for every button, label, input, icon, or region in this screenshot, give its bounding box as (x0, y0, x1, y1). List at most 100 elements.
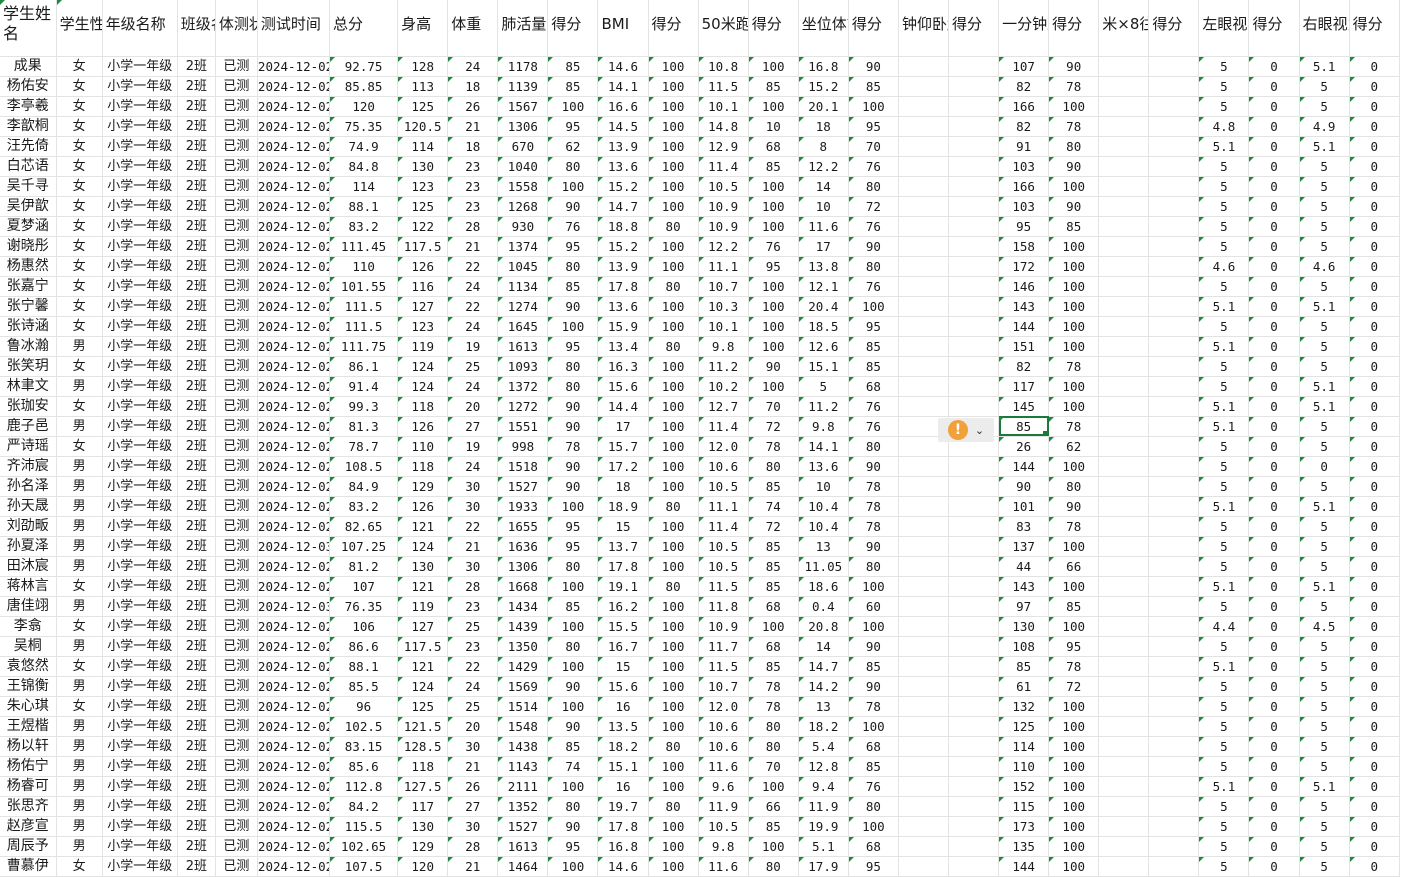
cell-test-time[interactable]: 2024-12-02 (257, 456, 331, 477)
cell-lung-capacity[interactable]: 1352 (497, 796, 549, 817)
cell-weight[interactable]: 26 (447, 96, 499, 117)
cell-sit-reach[interactable]: 12.8 (798, 756, 849, 777)
cell-right-vision-score[interactable]: 0 (1349, 736, 1401, 757)
cell-sit-reach[interactable]: 20.8 (798, 616, 849, 637)
spreadsheet-grid[interactable]: 学生姓名学生性年级名称班级名体测状测试时间总分身高体重肺活量得分BMI得分50米… (0, 0, 1401, 877)
cell-run-score[interactable]: 78 (748, 696, 799, 717)
cell-lung-score[interactable]: 100 (547, 316, 599, 337)
cell-sit-reach-score[interactable]: 85 (848, 336, 899, 357)
cell-right-vision[interactable]: 5.1 (1299, 576, 1350, 597)
cell-bmi[interactable]: 16.7 (597, 636, 649, 657)
cell-right-vision-score[interactable]: 0 (1349, 856, 1401, 877)
cell-lung-score[interactable]: 80 (547, 156, 599, 177)
cell-grade-name[interactable]: 小学一年级 (102, 396, 178, 417)
cell-right-vision[interactable]: 5 (1299, 176, 1350, 197)
cell-shuttle-run[interactable] (1098, 836, 1150, 857)
cell-run-score[interactable]: 100 (748, 296, 799, 317)
cell-test-status[interactable]: 已测 (215, 816, 258, 837)
cell-lung-capacity[interactable]: 1569 (497, 676, 549, 697)
cell-bmi[interactable]: 13.5 (597, 716, 649, 737)
cell-gender[interactable]: 男 (56, 416, 103, 437)
cell-total-score[interactable]: 81.2 (329, 556, 399, 577)
cell-jump-rope[interactable]: 144 (998, 316, 1050, 337)
cell-total-score[interactable]: 115.5 (329, 816, 399, 837)
cell-right-vision-score[interactable]: 0 (1349, 516, 1401, 537)
cell-test-status[interactable]: 已测 (215, 96, 258, 117)
cell-total-score[interactable]: 86.1 (329, 356, 399, 377)
cell-test-time[interactable]: 2024-12-02 (257, 816, 331, 837)
cell-left-vision-score[interactable]: 0 (1248, 536, 1300, 557)
cell-test-time[interactable]: 2024-12-02 (257, 556, 331, 577)
cell-right-vision-score[interactable]: 0 (1349, 156, 1401, 177)
cell-lung-capacity[interactable]: 1350 (497, 636, 549, 657)
cell-situps-score[interactable] (948, 256, 1000, 277)
cell-jump-rope[interactable]: 44 (998, 556, 1050, 577)
cell-lung-capacity[interactable]: 1139 (497, 76, 549, 97)
cell-class-name[interactable]: 2班 (177, 676, 216, 697)
cell-left-vision-score[interactable]: 0 (1248, 696, 1300, 717)
cell-class-name[interactable]: 2班 (177, 116, 216, 137)
cell-weight[interactable]: 22 (447, 656, 499, 677)
cell-class-name[interactable]: 2班 (177, 616, 216, 637)
cell-run-50m[interactable]: 9.8 (698, 336, 749, 357)
cell-run-50m[interactable]: 11.1 (698, 256, 749, 277)
cell-right-vision-score[interactable]: 0 (1349, 776, 1401, 797)
cell-class-name[interactable]: 2班 (177, 856, 216, 877)
cell-lung-score[interactable]: 95 (547, 836, 599, 857)
cell-situps-score[interactable] (948, 396, 1000, 417)
cell-situps[interactable] (898, 336, 950, 357)
cell-left-vision-score[interactable]: 0 (1248, 596, 1300, 617)
cell-left-vision[interactable]: 5 (1198, 436, 1250, 457)
cell-left-vision[interactable]: 5.1 (1198, 296, 1250, 317)
cell-height[interactable]: 127 (397, 296, 449, 317)
cell-class-name[interactable]: 2班 (177, 216, 216, 237)
cell-sit-reach-score[interactable]: 68 (848, 836, 899, 857)
cell-shuttle-run[interactable] (1098, 796, 1150, 817)
cell-left-vision[interactable]: 5 (1198, 796, 1250, 817)
cell-test-status[interactable]: 已测 (215, 756, 258, 777)
cell-situps[interactable] (898, 656, 950, 677)
cell-shuttle-run[interactable] (1098, 696, 1150, 717)
cell-situps-score[interactable] (948, 176, 1000, 197)
cell-grade-name[interactable]: 小学一年级 (102, 76, 178, 97)
cell-run-50m[interactable]: 11.2 (698, 356, 749, 377)
cell-situps[interactable] (898, 236, 950, 257)
cell-height[interactable]: 121 (397, 576, 449, 597)
cell-gender[interactable]: 男 (56, 816, 103, 837)
cell-jump-rope[interactable]: 143 (998, 576, 1050, 597)
cell-situps[interactable] (898, 76, 950, 97)
cell-test-status[interactable]: 已测 (215, 716, 258, 737)
cell-right-vision-score[interactable]: 0 (1349, 76, 1401, 97)
cell-weight[interactable]: 27 (447, 796, 499, 817)
header-lung-score[interactable]: 得分 (547, 0, 599, 57)
cell-test-time[interactable]: 2024-12-02 (257, 696, 331, 717)
cell-situps-score[interactable] (948, 756, 1000, 777)
cell-run-50m[interactable]: 12.7 (698, 396, 749, 417)
cell-student-name[interactable]: 孙天晟 (0, 496, 57, 517)
cell-run-score[interactable]: 76 (748, 236, 799, 257)
cell-jump-rope[interactable]: 166 (998, 176, 1050, 197)
cell-test-status[interactable]: 已测 (215, 436, 258, 457)
cell-left-vision[interactable]: 5 (1198, 816, 1250, 837)
cell-jump-rope[interactable]: 82 (998, 76, 1050, 97)
header-shuttle-run[interactable]: 米×8往返 (1098, 0, 1150, 57)
cell-test-status[interactable]: 已测 (215, 216, 258, 237)
cell-grade-name[interactable]: 小学一年级 (102, 56, 178, 77)
cell-total-score[interactable]: 83.2 (329, 496, 399, 517)
cell-class-name[interactable]: 2班 (177, 416, 216, 437)
cell-bmi-score[interactable]: 100 (648, 156, 699, 177)
cell-left-vision[interactable]: 5 (1198, 676, 1250, 697)
cell-bmi-score[interactable]: 100 (648, 536, 699, 557)
cell-student-name[interactable]: 吴桐 (0, 636, 57, 657)
cell-shuttle-run[interactable] (1098, 296, 1150, 317)
cell-grade-name[interactable]: 小学一年级 (102, 756, 178, 777)
cell-student-name[interactable]: 孙夏泽 (0, 536, 57, 557)
cell-total-score[interactable]: 92.75 (329, 56, 399, 77)
cell-test-time[interactable]: 2024-12-02 (257, 776, 331, 797)
cell-sit-reach-score[interactable]: 90 (848, 236, 899, 257)
cell-situps[interactable] (898, 716, 950, 737)
header-total-score[interactable]: 总分 (329, 0, 399, 57)
cell-left-vision-score[interactable]: 0 (1248, 336, 1300, 357)
cell-right-vision-score[interactable]: 0 (1349, 316, 1401, 337)
cell-total-score[interactable]: 84.9 (329, 476, 399, 497)
